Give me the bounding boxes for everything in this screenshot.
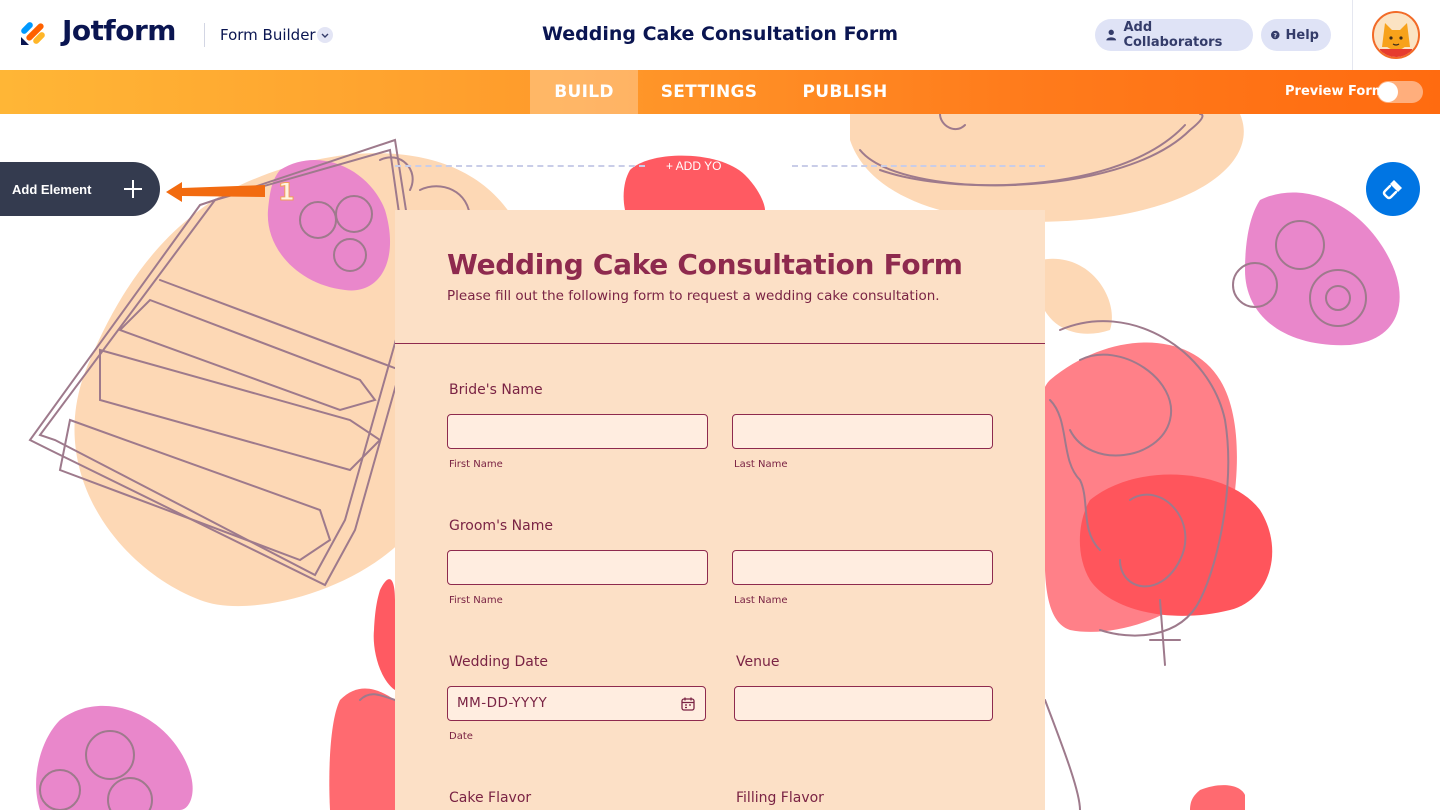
date-sublabel: Date [449, 731, 473, 742]
avatar-cat-icon [1374, 13, 1418, 57]
brides-name-label[interactable]: Bride's Name [449, 382, 543, 398]
wedding-date-label[interactable]: Wedding Date [449, 654, 548, 670]
form-subheading[interactable]: Please fill out the following form to re… [447, 288, 940, 304]
bride-last-name-sublabel: Last Name [734, 459, 788, 470]
logo-placeholder-line-right [792, 165, 1045, 167]
tab-publish[interactable]: PUBLISH [796, 70, 894, 114]
groom-first-name-input[interactable] [447, 550, 708, 585]
groom-last-name-input[interactable] [732, 550, 993, 585]
bride-first-name-sublabel: First Name [449, 459, 503, 470]
paint-roller-icon [1382, 180, 1402, 200]
question-icon: ? [1271, 30, 1280, 39]
tab-build[interactable]: BUILD [530, 70, 638, 114]
add-collaborators-button[interactable]: Add Collaborators [1095, 19, 1253, 51]
svg-text:?: ? [1274, 32, 1278, 39]
help-button[interactable]: ? Help [1261, 19, 1331, 51]
preview-form-label: Preview Form [1285, 84, 1386, 99]
form-title-text[interactable]: Wedding Cake Consultation Form [542, 23, 898, 45]
annotation-arrow: 1 [166, 178, 295, 207]
form-heading[interactable]: Wedding Cake Consultation Form [447, 248, 963, 281]
grooms-name-label[interactable]: Groom's Name [449, 518, 553, 534]
avatar[interactable] [1372, 11, 1420, 59]
header-divider [204, 23, 205, 47]
add-element-button[interactable]: Add Element [0, 162, 160, 216]
venue-label[interactable]: Venue [736, 654, 779, 670]
jotform-logo-icon[interactable] [18, 16, 50, 48]
add-logo-link[interactable]: + ADD YO [666, 159, 721, 173]
heading-divider [395, 343, 1045, 344]
user-icon [1106, 29, 1117, 41]
plus-icon [124, 180, 142, 198]
chevron-down-icon[interactable] [317, 27, 333, 43]
date-placeholder: MM-DD-YYYY [457, 695, 548, 711]
header-divider-right [1352, 0, 1353, 70]
groom-last-name-sublabel: Last Name [734, 595, 788, 606]
add-element-label: Add Element [12, 181, 92, 197]
toggle-knob [1378, 82, 1398, 102]
add-collaborators-label: Add Collaborators [1123, 20, 1223, 50]
filling-flavor-label[interactable]: Filling Flavor [736, 790, 824, 806]
cake-flavor-label[interactable]: Cake Flavor [449, 790, 531, 806]
preview-form-toggle[interactable] [1377, 81, 1423, 103]
form-builder-menu[interactable]: Form Builder [220, 26, 316, 44]
builder-nav: BUILD SETTINGS PUBLISH Preview Form [0, 70, 1440, 114]
bride-first-name-input[interactable] [447, 414, 708, 449]
logo-placeholder-line-left [395, 165, 645, 167]
wedding-date-input[interactable]: MM-DD-YYYY [447, 686, 706, 721]
venue-input[interactable] [734, 686, 993, 721]
brand-name[interactable]: Jotform [62, 14, 176, 47]
help-label: Help [1285, 27, 1319, 43]
annotation-number: 1 [278, 178, 295, 206]
form-card: Wedding Cake Consultation Form Please fi… [395, 210, 1045, 810]
bride-last-name-input[interactable] [732, 414, 993, 449]
top-header: Jotform Form Builder Wedding Cake Consul… [0, 0, 1440, 70]
form-designer-button[interactable] [1366, 162, 1420, 216]
tab-settings[interactable]: SETTINGS [650, 70, 768, 114]
calendar-icon[interactable] [680, 696, 696, 712]
groom-first-name-sublabel: First Name [449, 595, 503, 606]
